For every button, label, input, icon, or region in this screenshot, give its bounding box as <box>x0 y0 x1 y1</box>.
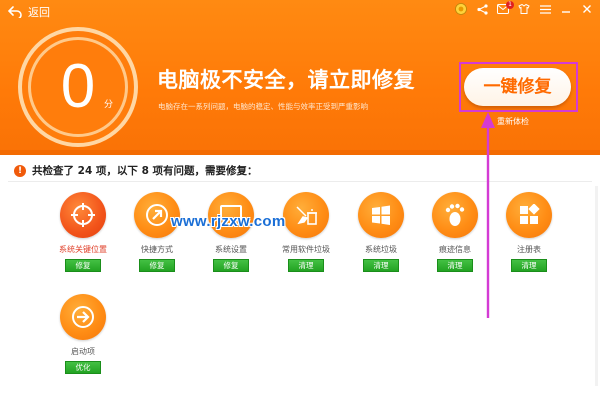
clean-button[interactable]: 清理 <box>511 259 547 272</box>
check-summary-text: 共检查了 24 项，以下 8 项有问题，需要修复： <box>32 165 258 177</box>
share-icon[interactable] <box>473 2 491 16</box>
repair-button[interactable]: 修复 <box>139 259 175 272</box>
score-ring: 0 分 <box>18 27 138 147</box>
medal-icon[interactable] <box>452 2 470 16</box>
message-icon[interactable]: 1 <box>494 1 514 16</box>
clean-button[interactable]: 清理 <box>288 259 324 272</box>
header-banner: 返回 1 0 分 电脑极不安全，请立即修复 电脑存在一系列问题，电脑的稳定、性能 <box>0 0 600 155</box>
minimize-icon[interactable] <box>557 2 575 16</box>
back-button[interactable]: 返回 <box>8 4 50 20</box>
message-badge: 1 <box>506 1 514 9</box>
titlebar-controls: 1 <box>449 1 596 16</box>
scrollbar[interactable] <box>595 186 598 386</box>
score-unit: 分 <box>104 100 114 110</box>
site-watermark: www.rjzxw.com <box>171 213 286 230</box>
menu-icon[interactable] <box>536 2 554 16</box>
skin-icon[interactable] <box>515 2 533 16</box>
score-value: 0 <box>60 52 96 121</box>
warning-icon: ! <box>14 164 26 177</box>
issue-label: 启动项 <box>71 347 95 356</box>
registry-blocks-icon <box>506 192 552 238</box>
windows-logo-icon <box>358 192 404 238</box>
status-description: 电脑存在一系列问题，电脑的稳定、性能与效率正受到严重影响 <box>158 102 368 111</box>
clean-button[interactable]: 清理 <box>437 259 473 272</box>
check-summary: ! 共检查了 24 项，以下 8 项有问题，需要修复： <box>14 163 258 178</box>
close-icon[interactable] <box>578 2 596 16</box>
broom-trash-icon <box>283 192 329 238</box>
repair-button[interactable]: 修复 <box>213 259 249 272</box>
repair-button[interactable]: 修复 <box>65 259 101 272</box>
optimize-button[interactable]: 优化 <box>65 361 101 374</box>
status-headline: 电脑极不安全，请立即修复 <box>157 68 415 92</box>
one-click-fix-button[interactable]: 一键修复 <box>464 68 571 106</box>
clean-button[interactable]: 清理 <box>363 259 399 272</box>
footprint-icon <box>432 192 478 238</box>
annotation-arrow <box>481 112 495 318</box>
back-label: 返回 <box>28 6 50 19</box>
back-arrow-icon <box>8 6 22 18</box>
divider <box>8 181 592 182</box>
recheck-link[interactable]: 重新体检 <box>497 116 529 127</box>
startup-arrow-icon <box>60 294 106 340</box>
target-icon <box>60 192 106 238</box>
